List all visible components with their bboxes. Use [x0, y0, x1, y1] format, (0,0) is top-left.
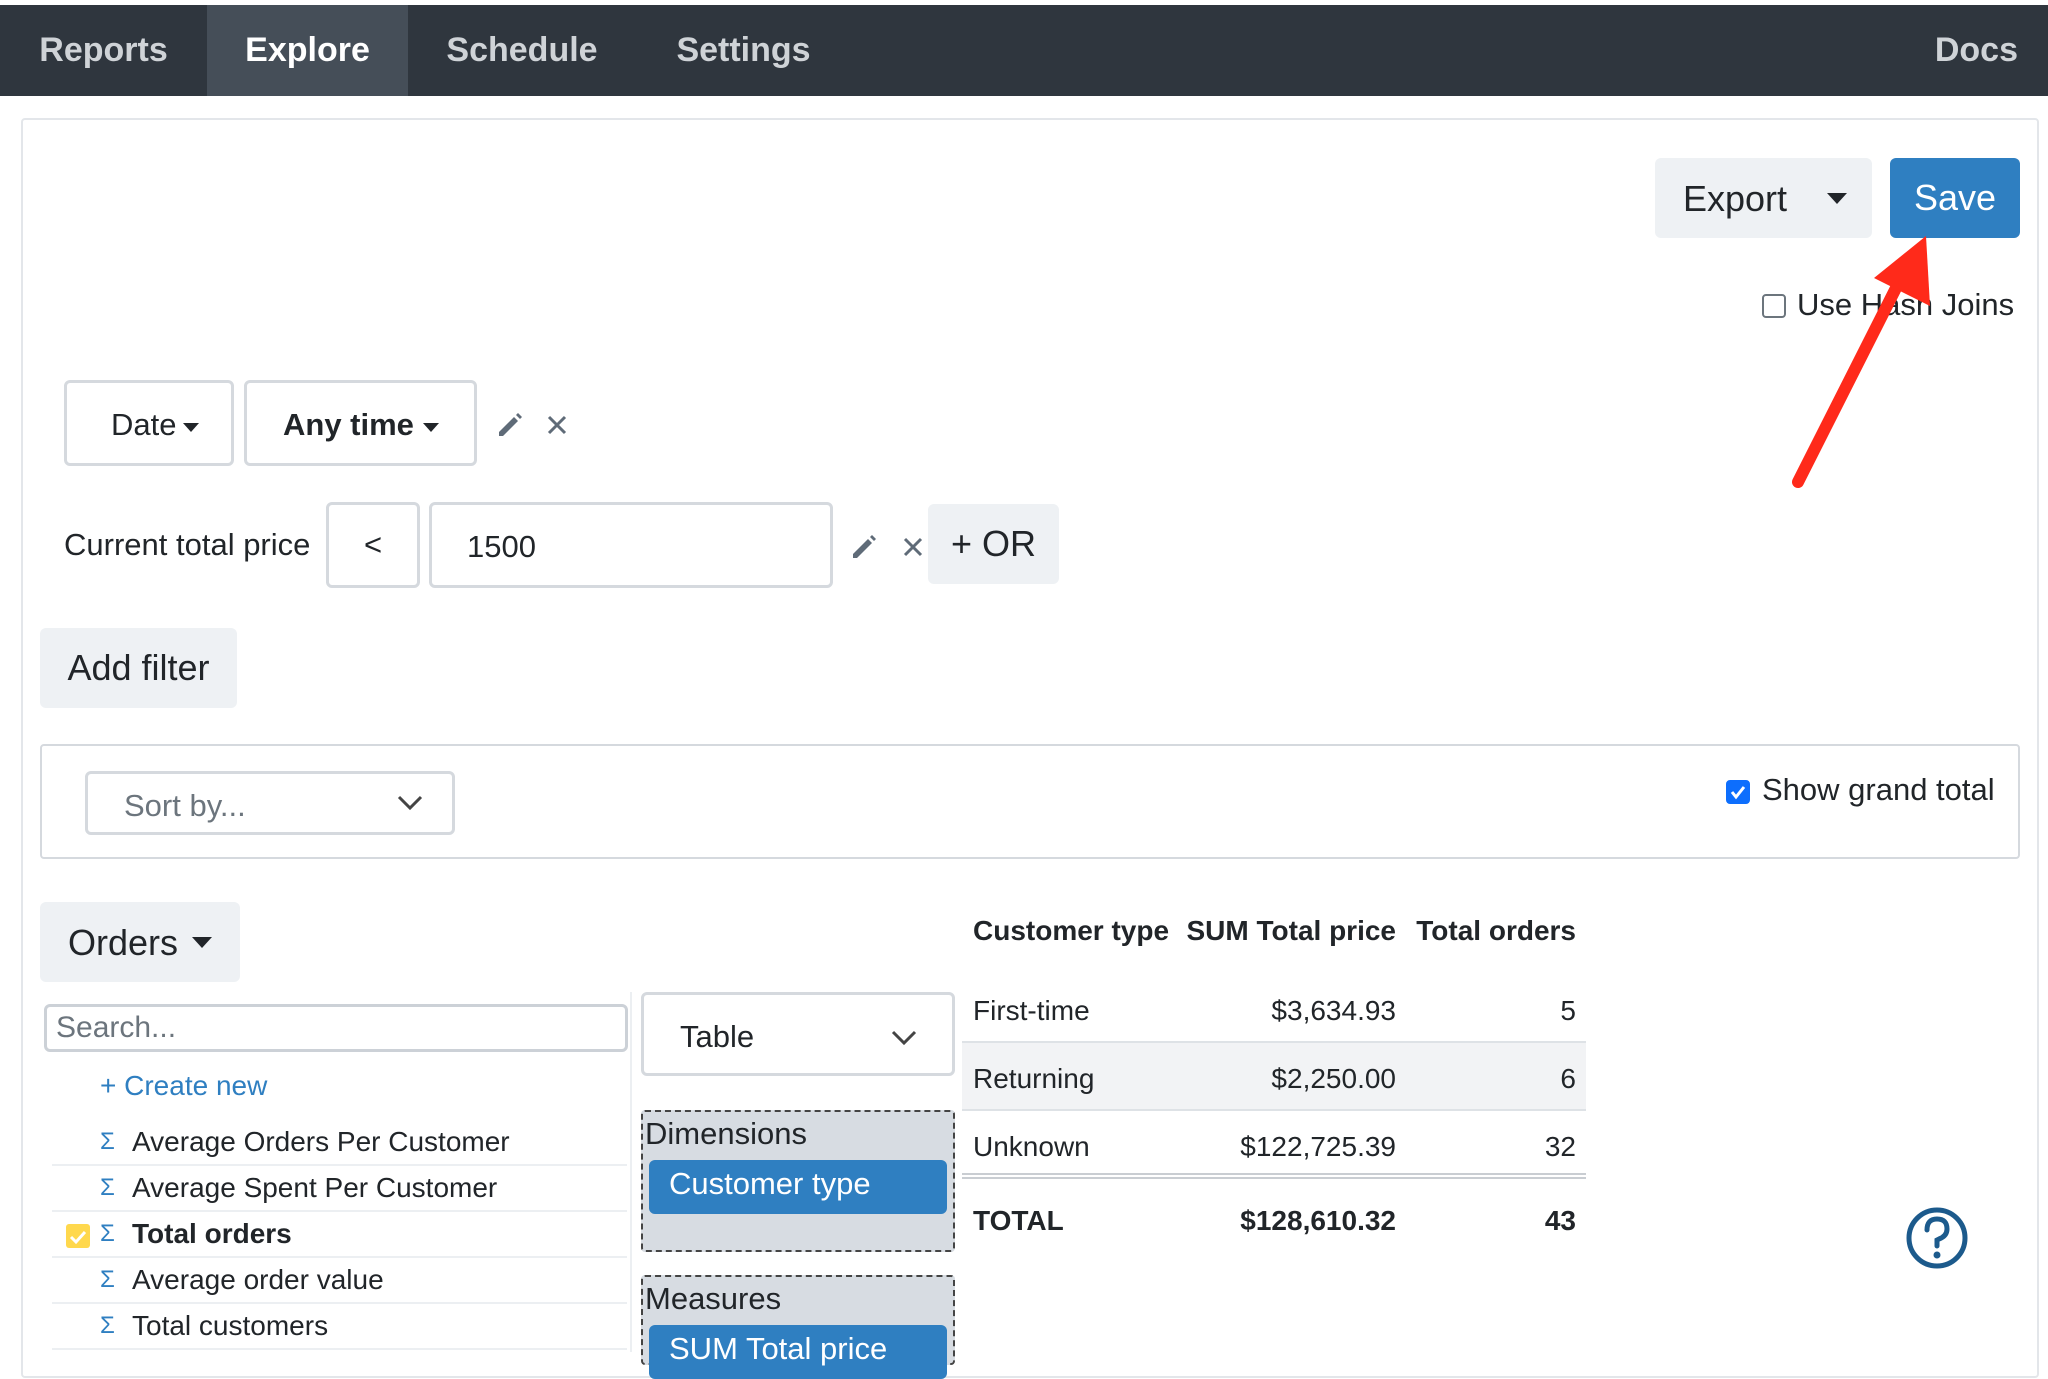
cell: Returning	[973, 1063, 1095, 1094]
add-filter-button[interactable]: Add filter	[40, 628, 237, 708]
cell: $2,250.00	[1271, 1063, 1396, 1094]
field-label: Total customers	[132, 1310, 329, 1341]
measures-title: Measures	[645, 1281, 782, 1316]
add-or-button[interactable]: + OR	[928, 504, 1059, 584]
grand-total-label: Show grand total	[1762, 772, 1995, 807]
field-label: Average Orders Per Customer	[132, 1126, 510, 1157]
top-navbar: Reports Explore Schedule Settings Docs	[0, 5, 2048, 96]
close-icon[interactable]	[546, 414, 568, 436]
field-item[interactable]: Σ Average order value	[52, 1260, 627, 1304]
cell: $128,610.32	[1240, 1205, 1396, 1236]
cell: 5	[1560, 995, 1576, 1026]
field-list: Search... + Create new Σ Average Orders …	[42, 992, 632, 1352]
field-label: Average Spent Per Customer	[132, 1172, 498, 1203]
sort-by-placeholder: Sort by...	[124, 788, 246, 823]
cell: TOTAL	[973, 1205, 1064, 1236]
chevron-down-icon	[891, 1030, 917, 1046]
column-header[interactable]: Customer type	[973, 915, 1169, 947]
create-new-link[interactable]: + Create new	[100, 1070, 267, 1102]
check-icon	[1730, 786, 1746, 800]
caret-down-icon	[1827, 193, 1847, 204]
price-value-text: 1500	[467, 529, 536, 564]
price-filter-label: Current total price	[64, 527, 311, 562]
caret-down-icon	[183, 423, 199, 432]
pencil-icon[interactable]	[850, 532, 878, 560]
operator-select[interactable]: <	[326, 502, 420, 588]
measure-pill[interactable]: SUM Total price	[649, 1325, 947, 1379]
dimensions-dropzone[interactable]: Dimensions Customer type	[641, 1110, 955, 1252]
sort-by-select[interactable]: Sort by...	[85, 771, 455, 835]
sigma-icon: Σ	[100, 1312, 115, 1339]
column-header[interactable]: SUM Total price	[1186, 915, 1396, 947]
export-button[interactable]: Export	[1655, 158, 1872, 238]
sigma-icon: Σ	[100, 1266, 115, 1293]
visualization-select[interactable]: Table	[641, 992, 955, 1076]
cell: Unknown	[973, 1131, 1090, 1162]
date-field-dropdown[interactable]: Date	[64, 380, 234, 466]
tab-settings[interactable]: Settings	[636, 5, 851, 96]
field-search-input[interactable]: Search...	[44, 1004, 628, 1052]
table-row: Returning $2,250.00 6	[962, 1043, 1586, 1111]
cell: First-time	[973, 995, 1090, 1026]
caret-down-icon	[423, 423, 439, 432]
close-icon[interactable]	[902, 536, 924, 558]
cell: 43	[1544, 1205, 1576, 1236]
selected-checkbox[interactable]	[66, 1224, 90, 1248]
annotation-arrow-icon	[1792, 236, 1930, 488]
tab-schedule[interactable]: Schedule	[408, 5, 636, 96]
field-label: Total orders	[132, 1218, 292, 1249]
field-item[interactable]: Σ Average Orders Per Customer	[52, 1122, 627, 1166]
total-row: TOTAL $128,610.32 43	[962, 1185, 1586, 1253]
field-item[interactable]: Σ Total orders	[52, 1214, 627, 1258]
column-header[interactable]: Total orders	[1416, 915, 1576, 947]
dimension-pill[interactable]: Customer type	[649, 1160, 947, 1214]
date-range-dropdown[interactable]: Any time	[244, 380, 477, 466]
sigma-icon: Σ	[100, 1174, 115, 1201]
cell: 32	[1544, 1131, 1576, 1162]
sigma-icon: Σ	[100, 1128, 115, 1155]
visualization-label: Table	[680, 1019, 755, 1054]
check-icon	[69, 1230, 87, 1245]
chevron-down-icon	[397, 795, 423, 811]
tab-explore[interactable]: Explore	[207, 5, 408, 96]
table-row: First-time $3,634.93 5	[962, 975, 1586, 1043]
caret-down-icon	[192, 937, 212, 948]
field-item[interactable]: Σ Average Spent Per Customer	[52, 1168, 627, 1212]
cell: $3,634.93	[1271, 995, 1396, 1026]
table-row: Unknown $122,725.39 32	[962, 1111, 1586, 1179]
sigma-icon: Σ	[100, 1220, 115, 1247]
cell: $122,725.39	[1240, 1131, 1396, 1162]
tab-reports[interactable]: Reports	[0, 5, 207, 96]
export-label: Export	[1683, 178, 1788, 219]
question-circle-icon[interactable]	[1905, 1206, 1969, 1270]
price-value-input[interactable]: 1500	[429, 502, 833, 588]
pencil-icon[interactable]	[496, 410, 524, 438]
model-selector-button[interactable]: Orders	[40, 902, 240, 982]
docs-link[interactable]: Docs	[1900, 5, 2048, 96]
save-button[interactable]: Save	[1890, 158, 2020, 238]
date-field-label: Date	[111, 407, 177, 442]
field-item[interactable]: Σ Total customers	[52, 1306, 627, 1350]
field-label: Average order value	[132, 1264, 384, 1295]
cell: 6	[1560, 1063, 1576, 1094]
model-selector-label: Orders	[68, 922, 179, 963]
grand-total-checkbox[interactable]	[1726, 780, 1750, 804]
date-range-label: Any time	[283, 407, 414, 442]
dimensions-title: Dimensions	[645, 1116, 807, 1151]
